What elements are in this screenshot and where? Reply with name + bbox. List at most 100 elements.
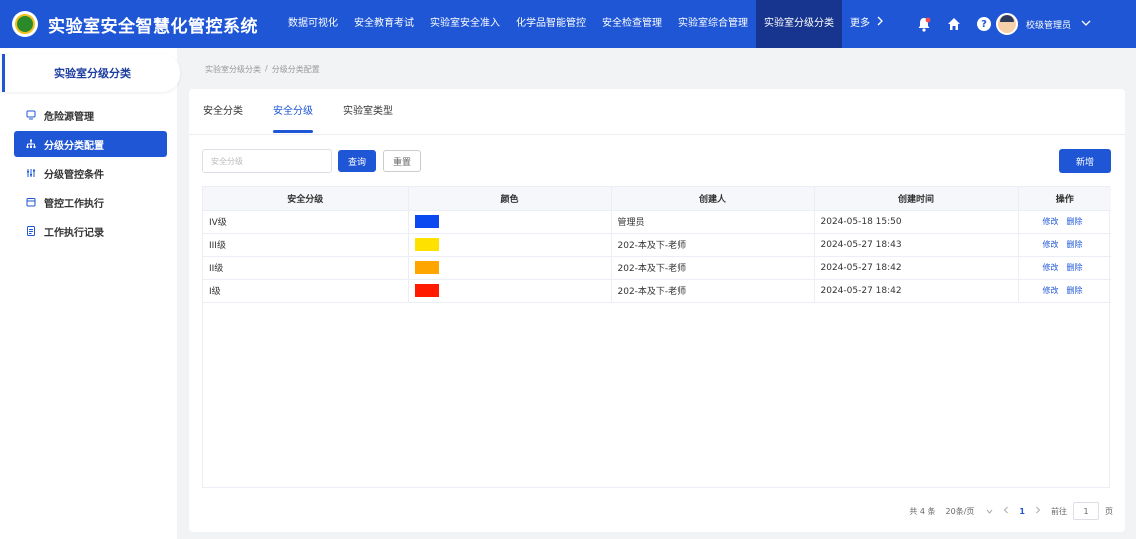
tab-lab-type[interactable]: 实验室类型 <box>343 89 393 135</box>
sidebar-item-label: 工作执行记录 <box>44 227 104 239</box>
cell-level: I级 <box>203 279 409 303</box>
table-header-row: 安全分级 颜色 创建人 创建时间 操作 <box>203 187 1111 211</box>
home-icon[interactable] <box>946 16 962 32</box>
cell-creator: 202-本及下-老师 <box>611 279 815 303</box>
cell-creator: 202-本及下-老师 <box>611 256 815 280</box>
page-size-select[interactable]: 20条/页 <box>946 506 994 517</box>
edit-link[interactable]: 修改 <box>1043 263 1059 272</box>
hierarchy-icon <box>26 139 36 149</box>
cell-level: IV级 <box>203 210 409 234</box>
breadcrumb-separator: / <box>265 64 268 73</box>
tab-safety-category[interactable]: 安全分类 <box>203 89 243 135</box>
cell-level: II级 <box>203 256 409 280</box>
pager-total: 共 4 条 <box>909 506 936 516</box>
delete-link[interactable]: 删除 <box>1067 240 1083 249</box>
calendar-icon <box>26 197 36 207</box>
goto-page-input[interactable]: 1 <box>1073 502 1099 520</box>
cell-created: 2024-05-18 15:50 <box>814 210 1019 234</box>
tab-bar: 安全分类 安全分级 实验室类型 <box>189 89 1125 135</box>
color-swatch <box>414 284 439 297</box>
edit-link[interactable]: 修改 <box>1043 286 1059 295</box>
sidebar-item-hazard-management[interactable]: 危险源管理 <box>14 102 167 128</box>
pagination: 共 4 条 20条/页 1 前往 1 页 <box>899 502 1113 520</box>
goto-page: 前往 1 页 <box>1051 502 1113 520</box>
next-page-button[interactable] <box>1035 506 1041 516</box>
color-swatch <box>414 215 439 228</box>
cell-creator: 202-本及下-老师 <box>611 233 815 257</box>
prev-page-button[interactable] <box>1003 506 1009 516</box>
nav-more-label: 更多 <box>850 18 870 29</box>
color-swatch <box>414 238 439 251</box>
top-header: 实验室安全智慧化管控系统 数据可视化 安全教育考试 实验室安全准入 化学品智能管… <box>0 0 1136 48</box>
table-row: I级 202-本及下-老师 2024-05-27 18:42 修改 删除 <box>203 279 1111 303</box>
main-card: 安全分类 安全分级 实验室类型 查询 重置 新增 安全分级 颜色 创建人 创建时… <box>189 89 1125 532</box>
cell-color <box>408 233 612 257</box>
nav-item-chemical-control[interactable]: 化学品智能管控 <box>508 0 594 48</box>
cell-created: 2024-05-27 18:42 <box>814 279 1019 303</box>
sidebar-item-classification-config[interactable]: 分级分类配置 <box>14 131 167 157</box>
edit-link[interactable]: 修改 <box>1043 217 1059 226</box>
sidebar-title: 实验室分级分类 <box>2 54 180 92</box>
bell-icon[interactable] <box>916 16 932 32</box>
sidebar-item-label: 管控工作执行 <box>44 198 104 210</box>
nav-item-lab-classification[interactable]: 实验室分级分类 <box>756 0 842 48</box>
cell-color <box>408 279 612 303</box>
avatar[interactable] <box>996 13 1018 35</box>
chevron-down-icon <box>986 507 993 516</box>
delete-link[interactable]: 删除 <box>1067 217 1083 226</box>
column-header-level: 安全分级 <box>203 187 409 211</box>
chevron-down-icon[interactable] <box>1081 19 1091 30</box>
monitor-icon <box>26 110 36 120</box>
delete-link[interactable]: 删除 <box>1067 286 1083 295</box>
user-name[interactable]: 校级管理员 <box>1026 18 1071 31</box>
cell-actions: 修改 删除 <box>1018 256 1111 280</box>
nav-item-data-visualization[interactable]: 数据可视化 <box>280 0 346 48</box>
delete-link[interactable]: 删除 <box>1067 263 1083 272</box>
cell-created: 2024-05-27 18:43 <box>814 233 1019 257</box>
page-number[interactable]: 1 <box>1019 507 1025 516</box>
breadcrumb-parent[interactable]: 实验室分级分类 <box>205 64 261 75</box>
sidebar-item-control-execution[interactable]: 管控工作执行 <box>14 189 167 215</box>
edit-link[interactable]: 修改 <box>1043 240 1059 249</box>
column-header-created: 创建时间 <box>814 187 1019 211</box>
breadcrumb: 实验室分级分类 / 分级分类配置 <box>205 64 320 75</box>
page-size-value: 20条/页 <box>945 506 975 516</box>
column-header-actions: 操作 <box>1018 187 1111 211</box>
search-input[interactable] <box>202 149 332 173</box>
tab-safety-level[interactable]: 安全分级 <box>273 89 313 135</box>
sidebar-item-label: 危险源管理 <box>44 111 94 123</box>
nav-item-lab-access[interactable]: 实验室安全准入 <box>422 0 508 48</box>
query-button[interactable]: 查询 <box>338 150 377 172</box>
color-swatch <box>414 261 439 274</box>
data-table: 安全分级 颜色 创建人 创建时间 操作 IV级 管理员 2024-05-18 1… <box>202 186 1111 488</box>
goto-label: 前往 <box>1051 506 1067 516</box>
chevron-right-icon <box>876 0 884 48</box>
sidebar-item-control-conditions[interactable]: 分级管控条件 <box>14 160 167 186</box>
nav-item-safety-inspection[interactable]: 安全检查管理 <box>594 0 670 48</box>
question-icon: ? <box>977 17 991 31</box>
cell-color <box>408 210 612 234</box>
nav-item-safety-education[interactable]: 安全教育考试 <box>346 0 422 48</box>
cell-created: 2024-05-27 18:42 <box>814 256 1019 280</box>
document-icon <box>26 226 36 236</box>
logo-icon <box>12 11 38 37</box>
sliders-icon <box>26 168 36 178</box>
cell-actions: 修改 删除 <box>1018 279 1111 303</box>
cell-color <box>408 256 612 280</box>
cell-actions: 修改 删除 <box>1018 233 1111 257</box>
table-row: IV级 管理员 2024-05-18 15:50 修改 删除 <box>203 210 1111 234</box>
cell-creator: 管理员 <box>611 210 815 234</box>
cell-actions: 修改 删除 <box>1018 210 1111 234</box>
help-button[interactable]: ? <box>976 16 992 32</box>
nav-item-lab-management[interactable]: 实验室综合管理 <box>670 0 756 48</box>
nav-more-button[interactable]: 更多 <box>842 0 892 48</box>
reset-button[interactable]: 重置 <box>383 150 422 172</box>
goto-unit: 页 <box>1105 506 1113 516</box>
add-button[interactable]: 新增 <box>1059 149 1111 173</box>
column-header-color: 颜色 <box>408 187 612 211</box>
sidebar-item-label: 分级管控条件 <box>44 169 104 181</box>
table-row: II级 202-本及下-老师 2024-05-27 18:42 修改 删除 <box>203 256 1111 280</box>
search-toolbar: 查询 重置 <box>202 149 422 173</box>
sidebar-item-execution-records[interactable]: 工作执行记录 <box>14 218 167 244</box>
breadcrumb-current: 分级分类配置 <box>271 65 320 74</box>
